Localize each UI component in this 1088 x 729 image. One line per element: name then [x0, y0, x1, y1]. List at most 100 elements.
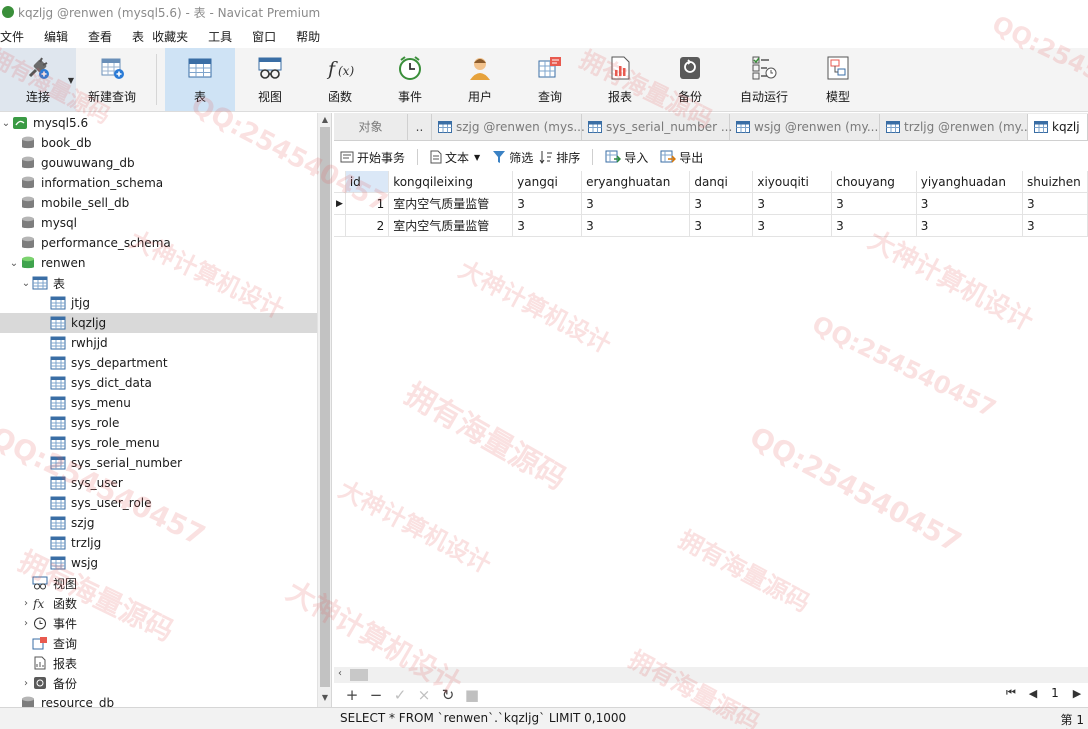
column-header[interactable]: xiyouqiti — [753, 171, 833, 193]
table-cell[interactable]: 室内空气质量监管 — [389, 215, 514, 237]
tree-reports-node[interactable]: 报表 — [0, 653, 331, 673]
column-header[interactable]: yangqi — [513, 171, 583, 193]
filter-button[interactable]: 筛选 — [492, 149, 533, 166]
scrollbar-thumb[interactable] — [320, 127, 330, 687]
menu-favorites[interactable]: 收藏夹 — [152, 28, 188, 45]
tree-database[interactable]: mysql — [0, 213, 331, 233]
collapse-icon[interactable]: ⌄ — [0, 118, 12, 129]
expand-icon[interactable]: › — [20, 678, 32, 689]
tab-table-editor[interactable]: szjg @renwen (mys... — [432, 113, 585, 140]
expand-icon[interactable]: › — [20, 598, 32, 609]
menu-table[interactable]: 表 — [132, 28, 144, 45]
sort-button[interactable]: 排序 — [539, 149, 580, 166]
tree-table-item[interactable]: szjg — [0, 513, 331, 533]
report-button[interactable]: 报表 — [585, 48, 655, 111]
tree-database[interactable]: gouwuwang_db — [0, 153, 331, 173]
tree-db-resource[interactable]: resource_db — [0, 693, 331, 707]
table-cell[interactable]: 3 — [753, 215, 833, 237]
grid-horizontal-scrollbar[interactable]: ‹ — [334, 667, 1088, 683]
table-cell[interactable]: 室内空气质量监管 — [389, 193, 514, 215]
tree-database[interactable]: mobile_sell_db — [0, 193, 331, 213]
tree-table-item[interactable]: trzljg — [0, 533, 331, 553]
next-page-icon[interactable]: ▶ — [1066, 687, 1088, 700]
begin-transaction-button[interactable]: 开始事务 — [340, 149, 405, 166]
tab-table-editor[interactable]: trzljg @renwen (my... — [880, 113, 1032, 140]
scroll-up-icon[interactable]: ▲ — [318, 115, 331, 127]
tree-database[interactable]: performance_schema — [0, 233, 331, 253]
table-row[interactable]: ▶ 1 室内空气质量监管 3 3 3 3 3 3 3 — [334, 193, 1088, 215]
autorun-button[interactable]: 自动运行 — [725, 48, 803, 111]
menu-tools[interactable]: 工具 — [208, 28, 232, 45]
tab-objects[interactable]: 对象 — [334, 113, 408, 140]
tree-table-item[interactable]: sys_department — [0, 353, 331, 373]
tree-table-item[interactable]: sys_dict_data — [0, 373, 331, 393]
add-record-icon[interactable]: + — [340, 686, 364, 704]
text-view-button[interactable]: 文本 ▼ — [430, 149, 480, 166]
function-button[interactable]: f (x) 函数 — [305, 48, 375, 111]
column-header[interactable]: danqi — [690, 171, 754, 193]
query-button[interactable]: 查询 — [515, 48, 585, 111]
table-cell[interactable]: 3 — [832, 215, 917, 237]
model-button[interactable]: 模型 — [803, 48, 873, 111]
tree-tables-node[interactable]: ⌄ 表 — [0, 273, 331, 293]
table-cell[interactable]: 3 — [582, 215, 691, 237]
event-button[interactable]: 事件 — [375, 48, 445, 111]
table-cell[interactable]: 3 — [1023, 215, 1088, 237]
menu-help[interactable]: 帮助 — [296, 28, 320, 45]
tree-table-item[interactable]: sys_serial_number — [0, 453, 331, 473]
table-button[interactable]: 表 — [165, 48, 235, 111]
tree-table-item[interactable]: sys_user_role — [0, 493, 331, 513]
tree-scrollbar[interactable]: ▲ ▼ — [317, 113, 331, 707]
menu-window[interactable]: 窗口 — [252, 28, 276, 45]
table-cell[interactable]: 3 — [513, 193, 583, 215]
scrollbar-thumb[interactable] — [350, 669, 368, 681]
tree-queries-node[interactable]: 查询 — [0, 633, 331, 653]
tree-table-item[interactable]: jtjg — [0, 293, 331, 313]
tree-table-item[interactable]: sys_user — [0, 473, 331, 493]
current-row-indicator[interactable]: ▶ — [334, 193, 346, 215]
column-header[interactable]: id — [345, 171, 390, 193]
prev-page-icon[interactable]: ◀ — [1022, 687, 1044, 700]
tab-table-editor[interactable]: sys_serial_number ... — [582, 113, 732, 140]
column-header[interactable]: yiyanghuadan — [916, 171, 1024, 193]
new-query-button[interactable]: 新建查询 — [76, 48, 148, 111]
apply-changes-icon[interactable]: ✓ — [388, 686, 412, 704]
tree-table-item[interactable]: sys_menu — [0, 393, 331, 413]
expand-icon[interactable]: › — [20, 618, 32, 629]
tree-database[interactable]: book_db — [0, 133, 331, 153]
page-number[interactable]: 1 — [1044, 686, 1066, 700]
column-header[interactable]: kongqileixing — [389, 171, 514, 193]
tree-table-item[interactable]: sys_role — [0, 413, 331, 433]
tree-events-node[interactable]: › 事件 — [0, 613, 331, 633]
tree-backups-node[interactable]: › 备份 — [0, 673, 331, 693]
tab-scroll-left[interactable]: .. — [408, 113, 432, 140]
connect-dropdown-icon[interactable]: ▼ — [68, 76, 74, 85]
user-button[interactable]: 用户 — [445, 48, 515, 111]
table-cell[interactable]: 3 — [916, 193, 1024, 215]
tree-database[interactable]: information_schema — [0, 173, 331, 193]
tree-table-item[interactable]: wsjg — [0, 553, 331, 573]
menu-file[interactable]: 文件 — [0, 28, 24, 45]
menu-view[interactable]: 查看 — [88, 28, 112, 45]
table-cell[interactable]: 3 — [690, 215, 754, 237]
chevron-down-icon[interactable]: ▼ — [474, 153, 480, 162]
connect-button[interactable]: 连接 ▼ — [0, 48, 76, 111]
table-cell[interactable]: 3 — [753, 193, 833, 215]
table-cell[interactable]: 3 — [916, 215, 1024, 237]
table-row[interactable]: 2 室内空气质量监管 3 3 3 3 3 3 3 — [334, 215, 1088, 237]
first-page-icon[interactable]: ⏮ — [1000, 686, 1022, 700]
tree-functions-node[interactable]: › fx 函数 — [0, 593, 331, 613]
scroll-left-icon[interactable]: ‹ — [338, 668, 342, 679]
column-header[interactable]: eryanghuatan — [582, 171, 691, 193]
menu-edit[interactable]: 编辑 — [44, 28, 68, 45]
table-cell[interactable]: 3 — [582, 193, 691, 215]
import-button[interactable]: 导入 — [605, 149, 648, 166]
export-button[interactable]: 导出 — [660, 149, 703, 166]
tree-db-renwen[interactable]: ⌄ renwen — [0, 253, 331, 273]
stop-icon[interactable]: ■ — [460, 686, 484, 704]
scroll-down-icon[interactable]: ▼ — [318, 693, 331, 705]
tree-table-item[interactable]: rwhjjd — [0, 333, 331, 353]
tree-views-node[interactable]: 视图 — [0, 573, 331, 593]
view-button[interactable]: 视图 — [235, 48, 305, 111]
table-cell[interactable]: 3 — [513, 215, 583, 237]
